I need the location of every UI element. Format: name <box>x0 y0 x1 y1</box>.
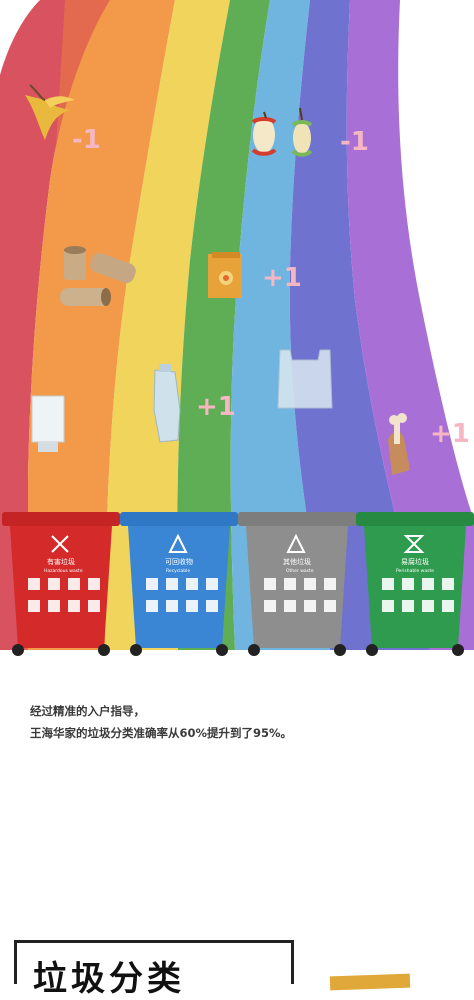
bin-perishable: 易腐垃圾 Perishable waste <box>356 512 474 656</box>
caption: 经过精准的入户指导， 王海华家的垃圾分类准确率从60%提升到了95%。 <box>30 700 450 744</box>
bin-other: 其他垃圾 Other waste <box>238 512 356 656</box>
bin-perishable-sub: Perishable waste <box>396 568 434 574</box>
bottle-score: +1 <box>196 392 236 422</box>
rainbow-illustration: -1 -1 +1 +1 +1 有害垃圾 Hazardous waste 可回收物… <box>0 0 474 680</box>
section-title: 垃圾分类 <box>33 959 185 999</box>
caption-line-1: 经过精准的入户指导， <box>30 704 145 718</box>
section-title-box: 垃圾分类 <box>14 940 294 999</box>
juice-box-icon <box>208 252 242 298</box>
apple-score: -1 <box>340 127 369 157</box>
tape-decoration <box>329 973 411 991</box>
bin-other-sub: Other waste <box>286 568 314 574</box>
caption-line-2: 王海华家的垃圾分类准确率从60%提升到了95%。 <box>30 726 293 740</box>
bin-recyclable: 可回收物 Recyclable <box>120 512 238 656</box>
bin-recyclable-label: 可回收物 <box>165 557 193 566</box>
bin-hazardous: 有害垃圾 Hazardous waste <box>2 512 120 656</box>
juice-box-score: +1 <box>262 263 302 293</box>
bone-score: +1 <box>430 419 470 449</box>
bin-hazardous-sub: Hazardous waste <box>44 568 83 574</box>
bin-hazardous-label: 有害垃圾 <box>47 557 75 566</box>
bin-perishable-label: 易腐垃圾 <box>401 557 429 566</box>
bin-recyclable-sub: Recyclable <box>166 568 190 574</box>
bin-other-label: 其他垃圾 <box>283 557 311 566</box>
banana-score: -1 <box>72 125 101 155</box>
